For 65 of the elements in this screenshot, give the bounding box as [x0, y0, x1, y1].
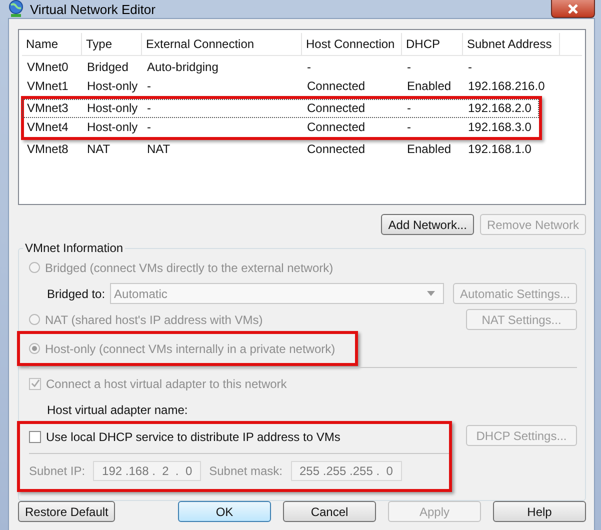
table-cell-text: Connected [306, 141, 366, 158]
close-icon [567, 2, 579, 14]
table-cell-text: VMnet8 [26, 141, 70, 158]
dialog-button[interactable]: Cancel [283, 501, 376, 522]
subnet-ip-label: Subnet IP: [29, 464, 86, 478]
table-cell-text: Host-only [86, 100, 139, 117]
network-row[interactable]: VMnet8 NAT NAT Connected Enabled 192.168.1.0 [22, 140, 582, 159]
table-cell-text: - [306, 59, 312, 76]
network-row[interactable]: VMnet0 Bridged Auto-bridging - - - [22, 58, 582, 77]
table-cell-text: Auto-bridging [146, 59, 220, 76]
table-cell-text: 192.168.216.0 [467, 78, 546, 95]
radio-label: NAT (shared host's IP address with VMs) [45, 312, 264, 326]
checkbox-label: Use local DHCP service to distribute IP address to VMs [46, 430, 340, 444]
column-header[interactable]: Subnet Address [463, 33, 560, 55]
table-cell-text: NAT [86, 141, 112, 158]
globe-icon [8, 0, 24, 18]
checkmark-icon [30, 379, 40, 388]
table-cell-text: Bridged [86, 59, 130, 76]
network-row[interactable]: VMnet1 Host-only - Connected Enabled 192.168.216.0 [22, 77, 582, 96]
table-cell-text: Host-only [86, 119, 139, 136]
subnet-mask-label: Subnet mask: [209, 464, 282, 478]
column-header[interactable]: Name [22, 33, 82, 55]
dhcp-checkbox[interactable] [29, 430, 41, 442]
table-cell-text: 192.168.1.0 [467, 141, 532, 158]
dialog-button[interactable]: Help [493, 501, 586, 522]
table-cell-text: Connected [306, 100, 366, 117]
dropdown-caret-icon [426, 291, 435, 296]
bridged-to-label: Bridged to: [47, 286, 106, 300]
network-button[interactable]: Add Network... [381, 214, 474, 235]
table-cell-text: VMnet3 [26, 100, 70, 117]
network-row[interactable]: VMnet3 Host-only - Connected - 192.168.2.0 [22, 99, 539, 118]
subnet-mask-field[interactable]: 255 .255 .255 . 0 [290, 460, 402, 480]
table-cell-text: - [406, 119, 412, 136]
table-cell-text: VMnet1 [26, 78, 70, 95]
dialog-button[interactable]: OK [178, 501, 271, 522]
adapter-name-label: Host virtual adapter name: [47, 402, 188, 416]
table-cell-text: 192.168.3.0 [467, 119, 532, 136]
table-cell-text: - [146, 78, 152, 95]
radio-label: Host-only (connect VMs internally in a private network) [45, 342, 336, 356]
column-header[interactable]: External Connection [142, 33, 302, 55]
table-cell-text: 192.168.2.0 [467, 100, 532, 117]
table-cell-text: Enabled [406, 78, 452, 95]
column-header[interactable]: DHCP [402, 33, 463, 55]
table-cell-text: Host-only [86, 78, 139, 95]
group-title: VMnet Information [24, 241, 124, 255]
table-cell-text: - [406, 59, 412, 76]
checkbox-label: Connect a host virtual adapter to this network [46, 376, 287, 390]
table-cell-text: Connected [306, 78, 366, 95]
table-cell-text: Enabled [406, 141, 452, 158]
restore-default-button[interactable]: Restore Default [18, 501, 116, 522]
subnet-ip-field[interactable]: 192 .168 . 2 . 0 [93, 460, 202, 480]
column-header[interactable]: Type [82, 33, 142, 55]
table-cell-text: Connected [306, 119, 366, 136]
network-row[interactable]: VMnet4 Host-only - Connected - 192.168.3.0 [22, 118, 539, 137]
table-cell-text: VMnet0 [26, 59, 70, 76]
table-cell-text: NAT [146, 141, 172, 158]
table-cell-text: - [406, 100, 412, 117]
close-button[interactable] [551, 0, 595, 18]
table-cell-text: - [146, 100, 152, 117]
column-header[interactable]: Host Connection [302, 33, 402, 55]
table-cell-text: - [467, 59, 473, 76]
window-title: Virtual Network Editor [30, 2, 156, 16]
radio-label: Bridged (connect VMs directly to the external network) [45, 260, 334, 274]
table-cell-text: - [146, 119, 152, 136]
table-cell-text: VMnet4 [26, 119, 70, 136]
